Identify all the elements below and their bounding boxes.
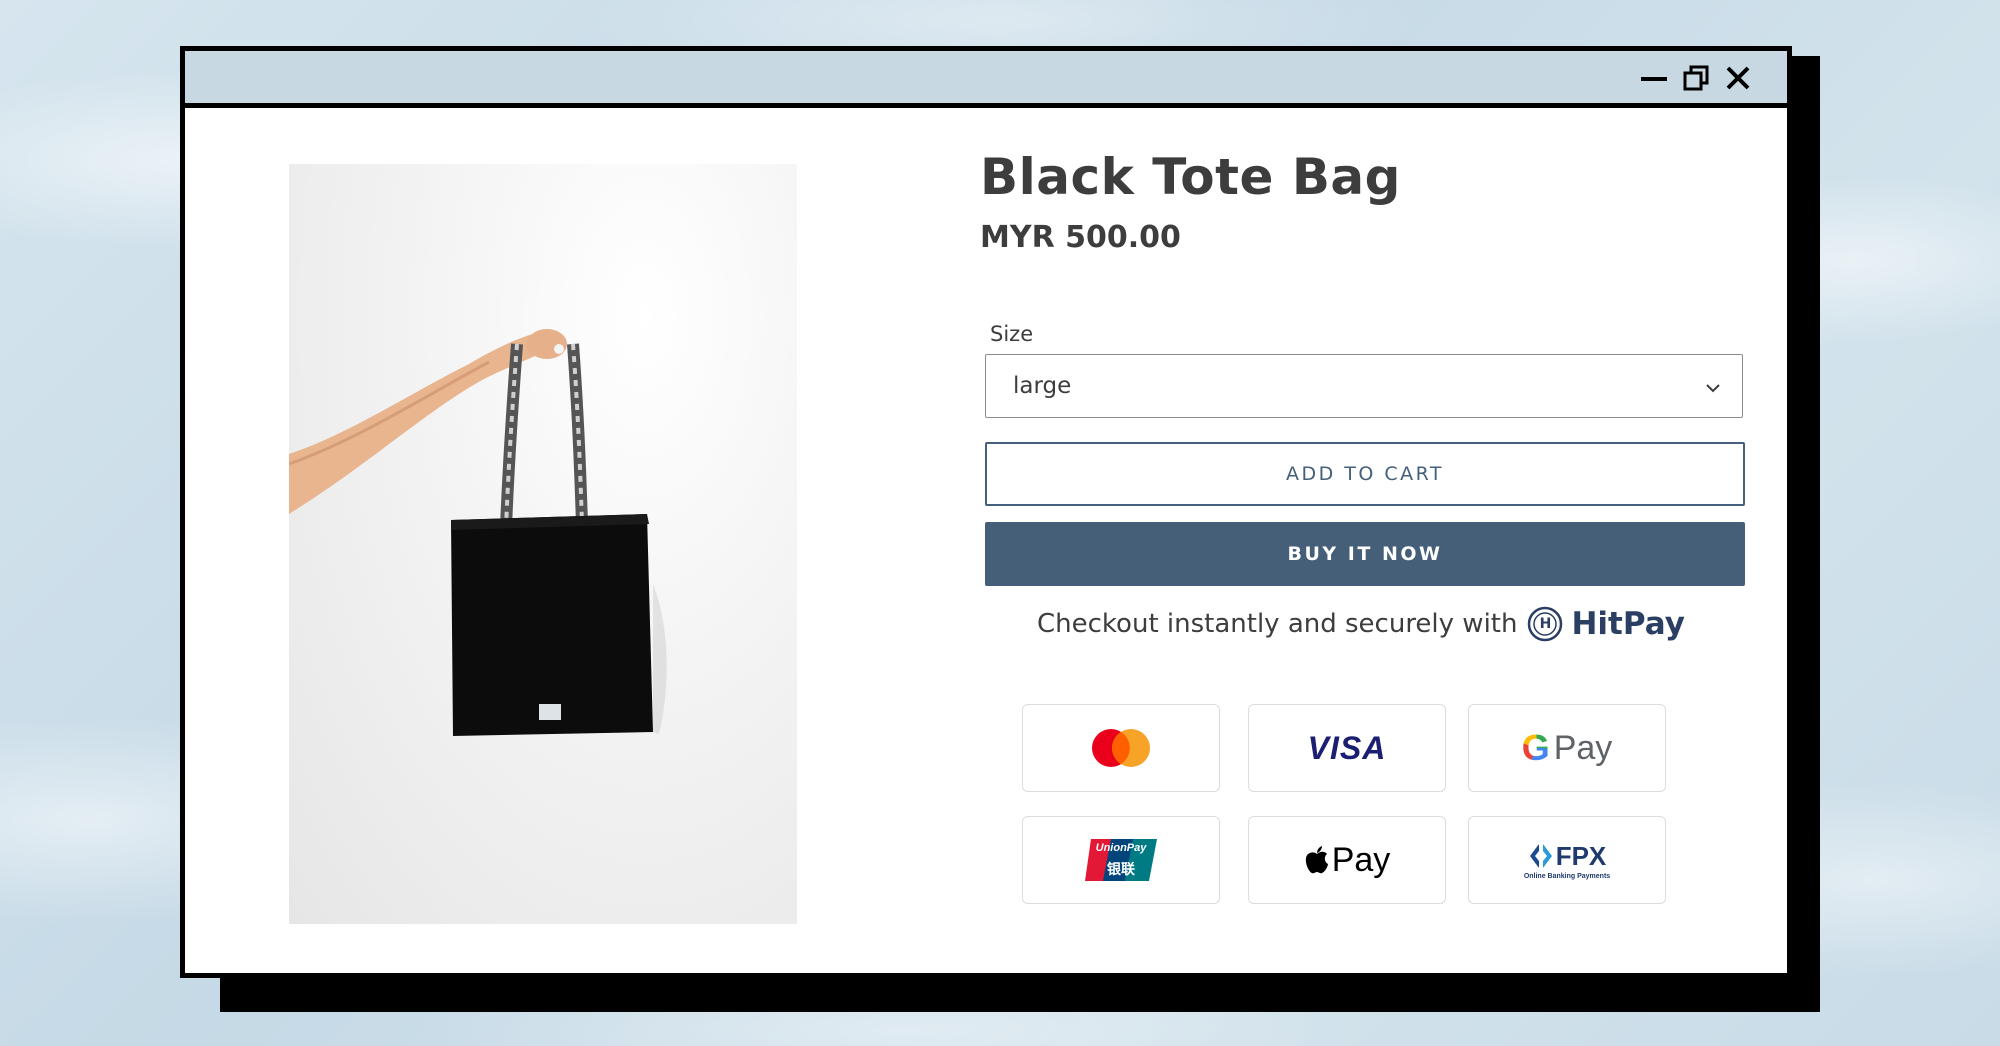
google-pay-tile: G Pay bbox=[1468, 704, 1666, 792]
product-page: Black Tote Bag MYR 500.00 Size large ADD… bbox=[185, 108, 1787, 973]
close-icon[interactable] bbox=[1723, 63, 1753, 93]
apple-pay-logo: Pay bbox=[1304, 840, 1391, 880]
mastercard-tile bbox=[1022, 704, 1220, 792]
size-label: Size bbox=[990, 322, 1034, 346]
size-select-value: large bbox=[1013, 373, 1072, 399]
google-pay-logo: G Pay bbox=[1522, 727, 1613, 769]
hitpay-icon: H bbox=[1527, 606, 1563, 642]
unionpay-chinese: 银联 bbox=[1107, 862, 1135, 878]
visa-tile: VISA bbox=[1248, 704, 1446, 792]
title-bar bbox=[185, 51, 1787, 108]
tote-bag-illustration bbox=[289, 329, 667, 736]
fpx-tile: FPX Online Banking Payments bbox=[1468, 816, 1666, 904]
fpx-icon bbox=[1529, 844, 1552, 868]
checkout-text: Checkout instantly and securely with bbox=[1037, 609, 1518, 639]
hitpay-brand: HitPay bbox=[1571, 606, 1685, 642]
fpx-subtitle: Online Banking Payments bbox=[1523, 872, 1611, 880]
google-pay-text: Pay bbox=[1553, 728, 1613, 767]
fpx-logo: FPX bbox=[1528, 840, 1607, 872]
apple-pay-text: Pay bbox=[1331, 840, 1391, 879]
chevron-down-icon bbox=[1704, 377, 1722, 403]
browser-window: Black Tote Bag MYR 500.00 Size large ADD… bbox=[180, 46, 1792, 978]
product-image bbox=[289, 164, 797, 924]
buy-it-now-button[interactable]: BUY IT NOW bbox=[985, 522, 1745, 586]
unionpay-tile: UnionPay 银联 bbox=[1022, 816, 1220, 904]
mastercard-icon bbox=[1092, 729, 1150, 767]
product-title: Black Tote Bag bbox=[980, 148, 1401, 206]
hitpay-logo: H HitPay bbox=[1527, 606, 1685, 642]
restore-icon[interactable] bbox=[1681, 63, 1711, 93]
google-g-icon: G bbox=[1521, 727, 1550, 768]
checkout-note: Checkout instantly and securely with H H… bbox=[1037, 600, 1685, 648]
apple-icon bbox=[1305, 846, 1328, 874]
unionpay-logo: UnionPay 银联 bbox=[1085, 837, 1157, 883]
minimize-icon[interactable] bbox=[1639, 63, 1669, 93]
product-price: MYR 500.00 bbox=[980, 220, 1181, 255]
fpx-text: FPX bbox=[1555, 840, 1607, 871]
hitpay-initial: H bbox=[1539, 616, 1552, 632]
visa-logo: VISA bbox=[1307, 729, 1387, 766]
apple-pay-tile: Pay bbox=[1248, 816, 1446, 904]
add-to-cart-button[interactable]: ADD TO CART bbox=[985, 442, 1745, 506]
unionpay-text: UnionPay bbox=[1095, 842, 1147, 854]
size-select[interactable]: large bbox=[985, 354, 1743, 418]
